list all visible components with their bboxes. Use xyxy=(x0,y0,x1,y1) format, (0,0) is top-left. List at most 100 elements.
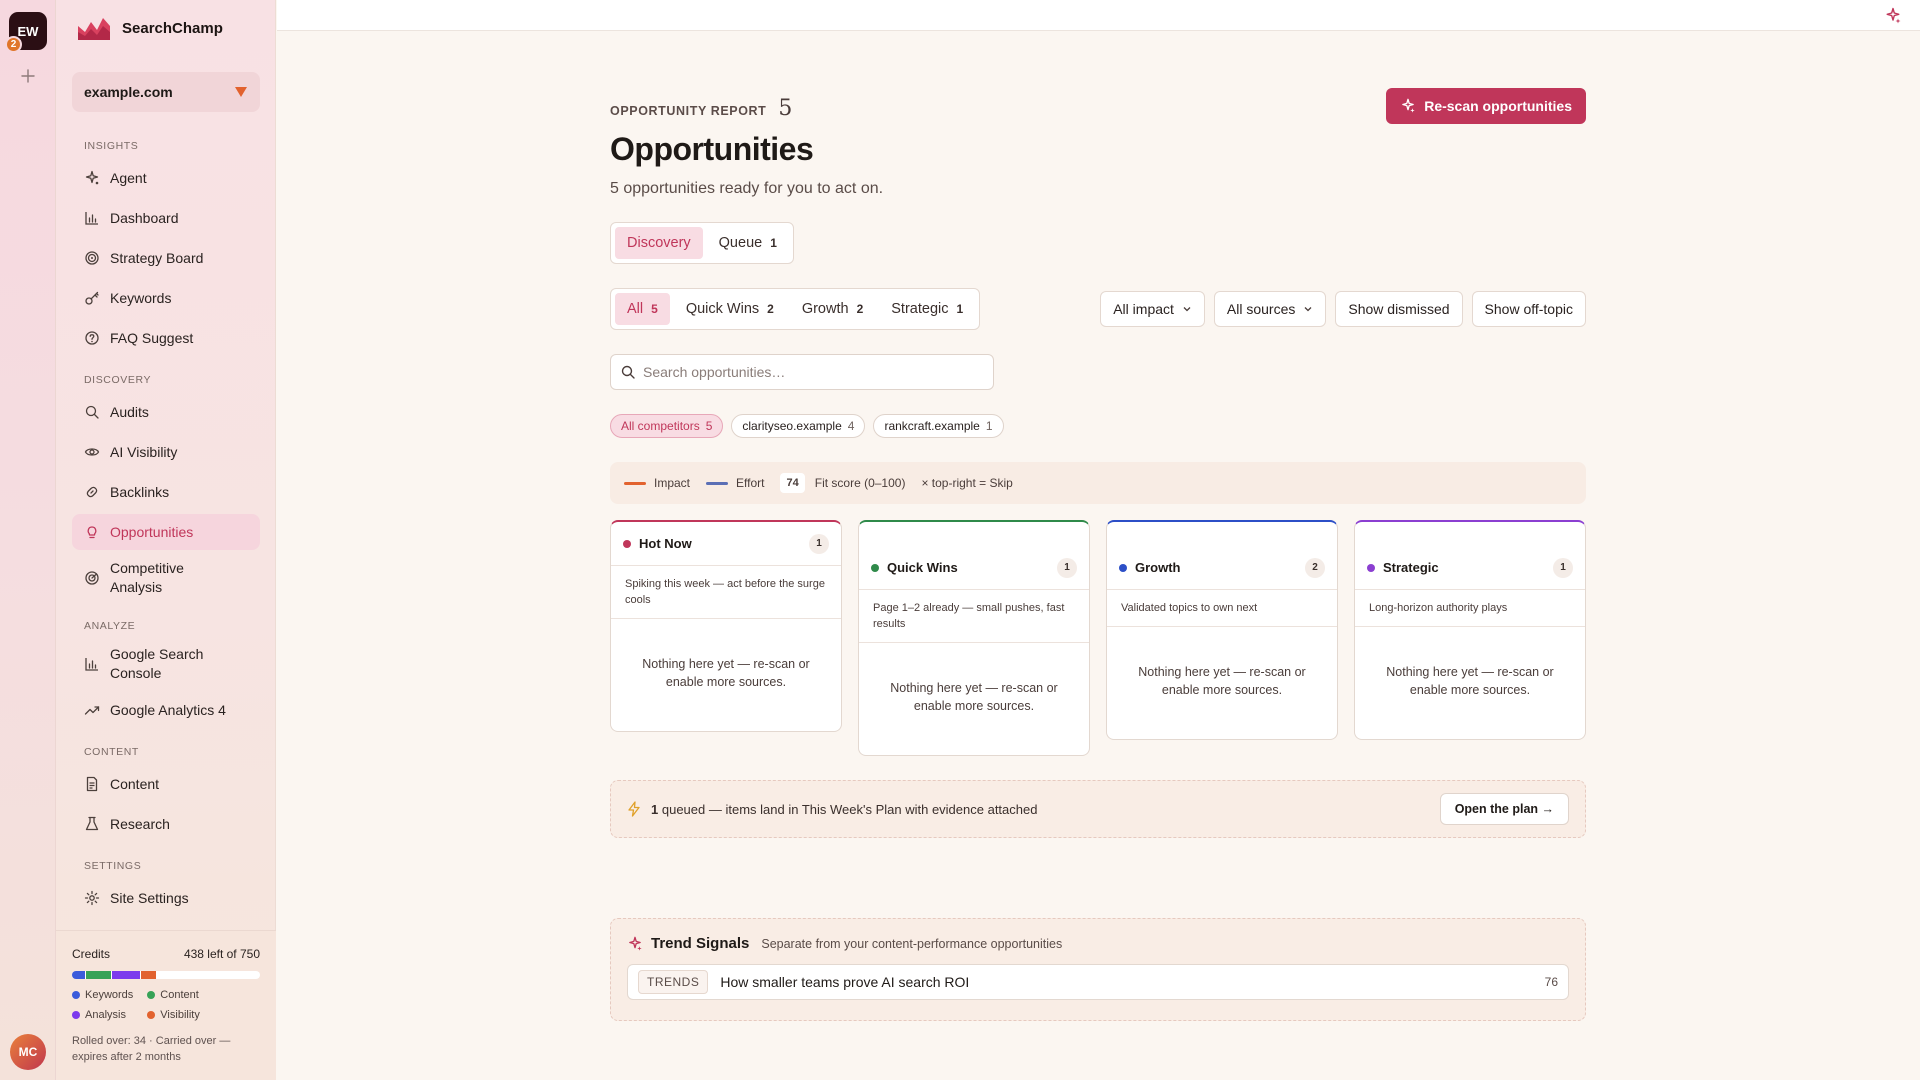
trend-row[interactable]: TRENDS How smaller teams prove AI search… xyxy=(627,964,1569,1000)
eyebrow-count: 5 xyxy=(778,96,793,121)
sidebar-item-backlinks[interactable]: Backlinks xyxy=(72,474,260,510)
sidebar-item-label: Research xyxy=(110,816,170,832)
caret-down-icon xyxy=(235,87,247,97)
category-tab-quick-wins[interactable]: Quick Wins 2 xyxy=(674,293,786,325)
radar-icon xyxy=(84,570,100,586)
rescan-button[interactable]: Re-scan opportunities xyxy=(1386,88,1586,124)
chip-count: 1 xyxy=(985,419,993,433)
sidebar-item-site-settings[interactable]: Site Settings xyxy=(72,880,260,916)
brand-name: SearchChamp xyxy=(122,19,223,37)
tab-count: 2 xyxy=(856,302,864,316)
main-content: OPPORTUNITY REPORT 5 Opportunities 5 opp… xyxy=(610,60,1586,1021)
sidebar-item-google-analytics-4[interactable]: Google Analytics 4 xyxy=(72,692,260,728)
sidebar-item-faq-suggest[interactable]: FAQ Suggest xyxy=(72,320,260,356)
lightbulb-icon xyxy=(84,524,100,540)
column-title: Quick Wins xyxy=(871,560,958,575)
sidebar-item-dashboard[interactable]: Dashboard xyxy=(72,200,260,236)
sidebar-item-ai-visibility[interactable]: AI Visibility xyxy=(72,434,260,470)
effort-swatch xyxy=(706,481,729,485)
view-tabs: Discovery Queue 1 xyxy=(610,222,794,264)
sidebar-item-keywords[interactable]: Keywords xyxy=(72,280,260,316)
trend-score: 76 xyxy=(1544,975,1558,989)
tab-label: Queue xyxy=(718,235,763,251)
sidebar-item-research[interactable]: Research xyxy=(72,806,260,842)
sidebar-item-label: Competitive Analysis xyxy=(110,560,184,595)
impact-filter[interactable]: All impact xyxy=(1100,291,1205,327)
column-quick-wins: Quick Wins 1 Page 1–2 already — small push… xyxy=(858,520,1090,756)
category-tab-all[interactable]: All 5 xyxy=(615,293,670,325)
column-count: 2 xyxy=(1305,557,1325,578)
column-title-text: Quick Wins xyxy=(887,560,958,575)
competitor-chip-all-competitors[interactable]: All competitors 5 xyxy=(610,414,724,438)
sidebar-section-label: Discovery xyxy=(84,374,152,386)
competitor-chip-clarityseo-example[interactable]: clarityseo.example 4 xyxy=(731,414,866,438)
brand[interactable]: SearchChamp xyxy=(76,14,223,42)
sidebar-item-competitive-analysis[interactable]: Competitive Analysis xyxy=(72,554,260,602)
sidebar-item-opportunities[interactable]: Opportunities xyxy=(72,514,260,550)
help-circle-icon xyxy=(84,330,100,346)
sidebar-item-label: Backlinks xyxy=(110,484,170,500)
sidebar-item-label: Agent xyxy=(110,170,147,186)
sources-filter-value: All sources xyxy=(1226,301,1296,317)
competitor-chip-rankcraft-example[interactable]: rankcraft.example 1 xyxy=(873,414,1004,438)
legend-label: Analysis xyxy=(85,1009,126,1021)
plus-icon[interactable] xyxy=(16,64,40,88)
tab-queue[interactable]: Queue 1 xyxy=(707,227,789,259)
chip-count: 5 xyxy=(705,419,713,433)
chip-count: 4 xyxy=(847,419,855,433)
sidebar-item-audits[interactable]: Audits xyxy=(72,394,260,430)
lightning-icon xyxy=(628,801,640,817)
eye-icon xyxy=(84,444,100,460)
credits-panel: Credits 438 left of 750 Keywords Content A… xyxy=(56,930,276,1080)
show-offtopic-button[interactable]: Show off-topic xyxy=(1471,291,1586,327)
sidebar-item-google-search-console[interactable]: Google Search Console xyxy=(72,640,260,688)
tab-discovery[interactable]: Discovery xyxy=(615,227,703,259)
category-tab-strategic[interactable]: Strategic 1 xyxy=(879,293,975,325)
column-dot xyxy=(623,539,631,548)
column-hot-now: Hot Now 1 Spiking this week — act before t… xyxy=(610,520,842,732)
queued-count: 1 xyxy=(651,801,659,817)
site-selector-value: example.com xyxy=(84,84,173,100)
link-icon xyxy=(84,484,100,500)
open-plan-button[interactable]: Open the plan → xyxy=(1439,793,1569,825)
sidebar-section-label: Content xyxy=(84,746,139,758)
page-subtitle: 5 opportunities ready for you to act on. xyxy=(610,180,884,197)
queued-text: queued — items land in This Week's Plan … xyxy=(661,801,1038,817)
sparkles-icon xyxy=(1402,98,1415,113)
column-title: Strategic xyxy=(1367,560,1439,575)
column-description: Long-horizon authority plays xyxy=(1355,590,1585,627)
sidebar-item-content[interactable]: Content xyxy=(72,766,260,802)
trend-signals-panel: Trend Signals Separate from your content… xyxy=(610,918,1586,1021)
score-legend: Impact Effort 74 Fit score (0–100) × top-… xyxy=(610,462,1586,504)
sources-filter[interactable]: All sources xyxy=(1213,291,1327,327)
gear-icon xyxy=(84,890,100,906)
column-title: Growth xyxy=(1119,560,1181,575)
column-dot xyxy=(1367,563,1375,572)
tab-label: Discovery xyxy=(627,235,691,251)
sidebar-item-strategy-board[interactable]: Strategy Board xyxy=(72,240,260,276)
user-avatar[interactable]: MC xyxy=(10,1034,46,1070)
sidebar-item-label: Keywords xyxy=(110,290,172,306)
category-tab-growth[interactable]: Growth 2 xyxy=(790,293,875,325)
workspace-initials: EW xyxy=(17,23,39,39)
credits-segment-content xyxy=(86,971,111,979)
sidebar-nav: Insights Agent Dashboard Strategy Board Keyw… xyxy=(72,140,260,960)
sparkles-icon[interactable] xyxy=(1884,7,1902,25)
flask-icon xyxy=(84,816,100,832)
column-dot xyxy=(871,563,879,572)
sidebar-item-label: Audits xyxy=(110,404,149,420)
site-selector[interactable]: example.com xyxy=(72,72,260,112)
sidebar-item-agent[interactable]: Agent xyxy=(72,160,260,196)
column-empty-state: Nothing here yet — re-scan or enable mor… xyxy=(1386,665,1554,697)
chevron-down-icon xyxy=(1304,307,1312,312)
page-title: Opportunities xyxy=(610,131,814,167)
fit-score-label: Fit score (0–100) xyxy=(814,476,906,490)
show-dismissed-button[interactable]: Show dismissed xyxy=(1335,291,1463,327)
search-input[interactable] xyxy=(643,364,973,380)
sidebar-item-label: Opportunities xyxy=(110,524,194,540)
column-growth: Growth 2 Validated topics to own next Nothi… xyxy=(1106,520,1338,740)
file-text-icon xyxy=(84,776,100,792)
sparkles-icon xyxy=(629,936,642,951)
